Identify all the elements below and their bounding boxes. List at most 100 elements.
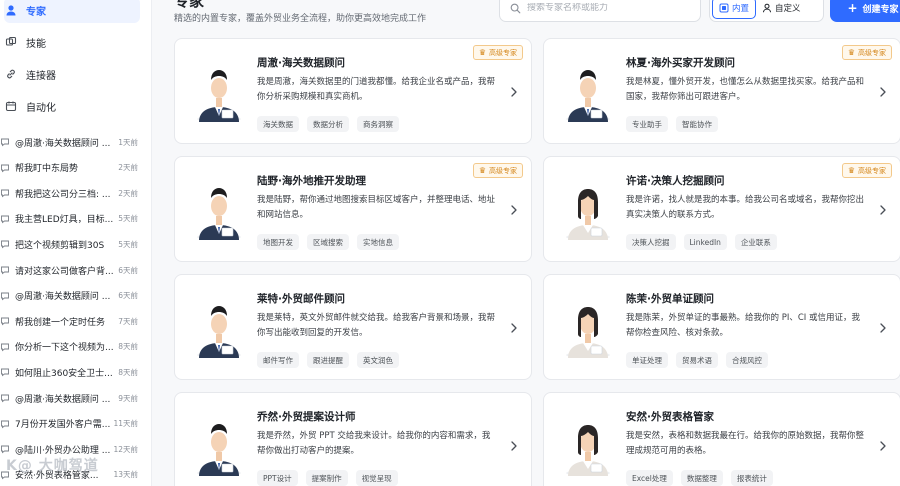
create-expert-button[interactable]: + 创建专家 <box>830 0 900 22</box>
crown-icon: ♛ <box>847 166 855 175</box>
history-item[interactable]: 帮我创建一个定时任务 7天前 <box>0 311 150 331</box>
nav-item-automation[interactable]: 自动化 <box>4 93 140 119</box>
expert-tags: 海关数据 数据分析 商务洞察 <box>257 116 399 132</box>
history-item[interactable]: 请对这家公司做客户背... 6天前 <box>0 260 150 280</box>
expert-tag: 商务洞察 <box>357 116 399 132</box>
nav-label: 专家 <box>26 6 46 18</box>
expert-card[interactable]: 莱特·外贸邮件顾问我是莱特，英文外贸邮件就交给我。给我客户背景和场景，我帮你写出… <box>174 274 532 380</box>
history-item[interactable]: 你分析一下这个视频为... 8天前 <box>0 337 150 357</box>
expert-tag: 跟进提醒 <box>307 352 349 368</box>
history-title: 请对这家公司做客户背... <box>15 266 114 277</box>
history-item[interactable]: 如何阻止360安全卫士... 8天前 <box>0 362 150 382</box>
expert-tag: 英文润色 <box>357 352 399 368</box>
history-item[interactable]: 我主营LED灯具，目标... 5天前 <box>0 209 150 229</box>
search-input[interactable] <box>527 3 687 13</box>
expert-tags: 邮件写作 跟进提醒 英文润色 <box>257 352 399 368</box>
expert-card[interactable]: ♛ 高级专家 林夏·海外买家开发顾问 我是林夏，懂外贸开发，也懂怎么从数据里找买家。给… <box>543 38 900 144</box>
expert-tag: 实地信息 <box>357 234 399 250</box>
chevron-right-icon[interactable] <box>878 320 888 334</box>
chevron-right-icon[interactable] <box>878 84 888 98</box>
expert-name: 莱特·外贸邮件顾问 <box>257 293 345 305</box>
search-icon <box>510 3 521 14</box>
expert-tags: 单证处理 贸易术语 合规风控 <box>626 352 768 368</box>
expert-tag: 企业联系 <box>734 234 777 250</box>
history-title: @陆川·外贸办公助理 ... <box>15 445 111 456</box>
search-box[interactable] <box>499 0 701 22</box>
expert-name: 周澈·海关数据顾问 <box>257 57 345 69</box>
history-item[interactable]: 帮我盯中东局势 2天前 <box>0 158 150 178</box>
chevron-right-icon[interactable] <box>509 438 519 452</box>
expert-tag: 提案制作 <box>305 470 348 486</box>
expert-name: 许诺·决策人挖掘顾问 <box>626 175 725 187</box>
history-time: 2天前 <box>118 163 138 173</box>
expert-description: 我是林夏，懂外贸开发，也懂怎么从数据里找买家。给我产品和国家，我帮你筛出可跟进客… <box>626 77 865 102</box>
history-time: 6天前 <box>118 265 138 275</box>
seg-custom-button[interactable]: 自定义 <box>756 0 807 19</box>
expert-description: 我是莱特，英文外贸邮件就交给我。给我客户背景和场景，我帮你写出能收到回复的开发信… <box>257 313 496 338</box>
nav-item-experts[interactable]: 专家 <box>4 0 140 23</box>
builtin-icon <box>719 3 729 13</box>
expert-tag: 邮件写作 <box>257 352 299 368</box>
chevron-right-icon[interactable] <box>878 202 888 216</box>
expert-tag: 地图开发 <box>257 234 299 250</box>
avatar <box>189 62 249 122</box>
history-title: @周澈·海关数据顾问 ... <box>15 138 111 149</box>
avatar <box>558 416 618 476</box>
sidebar: 专家 技能 连接器 自动化 @周澈·海关数据顾问 ... 1天前帮我盯中东局势 2天… <box>0 0 152 486</box>
chat-icon <box>0 291 10 301</box>
history-item[interactable]: 把这个视频剪辑到30S 5天前 <box>0 234 150 254</box>
page-subtitle: 精选的内置专家，覆盖外贸业务全流程，助你更高效地完成工作 <box>174 14 427 24</box>
history-title: 帮我盯中东局势 <box>15 164 79 175</box>
expert-name: 陈茉·外贸单证顾问 <box>626 293 714 305</box>
expert-tag: LinkedIn <box>683 234 727 250</box>
chat-icon <box>0 239 10 249</box>
history-title: 我主营LED灯具，目标... <box>15 215 114 226</box>
history-title: 帮我创建一个定时任务 <box>15 317 106 328</box>
nav-item-connectors[interactable]: 连接器 <box>4 61 140 87</box>
history-time: 1天前 <box>118 137 138 147</box>
history-time: 5天前 <box>118 239 138 249</box>
expert-tag: 智能协作 <box>676 116 718 132</box>
chevron-right-icon[interactable] <box>509 320 519 334</box>
nav-label: 技能 <box>26 38 46 50</box>
nav-item-skills[interactable]: 技能 <box>4 29 140 55</box>
seg-custom-label: 自定义 <box>775 4 801 14</box>
history-item[interactable]: @周澈·海关数据顾问 ... 9天前 <box>0 388 150 408</box>
expert-tags: 地图开发 区域搜索 实地信息 <box>257 234 399 250</box>
link-icon <box>4 67 18 81</box>
expert-description: 我是陈茉，外贸单证的事最熟。给我你的 PI、CI 或信用证，我帮你检查风险、核对… <box>626 313 860 338</box>
expert-card[interactable]: ♛ 高级专家 周澈·海关数据顾问 我是周澈，海关数据里的门道我都懂。给我企业名或产品，… <box>174 38 532 144</box>
expert-card[interactable]: 乔然·外贸提案设计师 我是乔然，外贸 PPT 交给我来设计。给我你的内容和需求，我… <box>174 392 532 486</box>
history-item[interactable]: 帮我把这公司分三档: ... 2天前 <box>0 183 150 203</box>
chevron-right-icon[interactable] <box>878 438 888 452</box>
expert-description: 我是许诺，找人就是我的本事。给我公司名或域名，我帮你挖出真实决策人的联系方式。 <box>626 195 865 220</box>
expert-card[interactable]: 陈茉·外贸单证顾问我是陈茉，外贸单证的事最熟。给我你的 PI、CI 或信用证，我… <box>543 274 900 380</box>
page-title: 专家 <box>174 0 205 10</box>
expert-tag: 数据分析 <box>307 116 349 132</box>
avatar <box>189 298 249 358</box>
expert-card[interactable]: 安然·外贸表格管家 我是安然，表格和数据我最在行。给我你的原始数据，我帮你整理成规… <box>543 392 900 486</box>
expert-tags: 决策人挖掘 LinkedIn 企业联系 <box>626 234 777 250</box>
history-item[interactable]: @周澈·海关数据顾问 ... 6天前 <box>0 286 150 306</box>
history-title: 如何阻止360安全卫士... <box>15 368 113 379</box>
chat-icon <box>0 188 10 198</box>
history-item[interactable]: 7月份开发国外客户需... 11天前 <box>0 414 150 434</box>
chevron-right-icon[interactable] <box>509 84 519 98</box>
badge-label: 高级专家 <box>858 166 886 175</box>
expert-tags: Excel处理 数据整理 报表统计 <box>626 470 773 486</box>
avatar <box>558 180 618 240</box>
chat-icon <box>0 163 10 173</box>
expert-card[interactable]: ♛ 高级专家许诺·决策人挖掘顾问我是许诺，找人就是我的本事。给我公司名或域名，我帮… <box>543 156 900 262</box>
history-item[interactable]: @周澈·海关数据顾问 ... 1天前 <box>0 132 150 152</box>
chat-icon <box>0 342 10 352</box>
history-title: 7月份开发国外客户需... <box>15 420 111 431</box>
expert-card[interactable]: ♛ 高级专家 陆野·海外地推开发助理 我是陆野，帮你通过地图搜索目标区域客户，并整理电… <box>174 156 532 262</box>
history-title: @周澈·海关数据顾问 ... <box>15 394 111 405</box>
premium-badge: ♛ 高级专家 <box>841 45 892 60</box>
seg-builtin-button[interactable]: 内置 <box>712 0 757 19</box>
history-time: 11天前 <box>113 419 138 429</box>
crown-icon: ♛ <box>478 48 486 57</box>
premium-badge: ♛ 高级专家 <box>472 45 523 60</box>
expert-description: 我是安然，表格和数据我最在行。给我你的原始数据，我帮你整理成规范可用的表格。 <box>626 431 865 456</box>
chevron-right-icon[interactable] <box>509 202 519 216</box>
